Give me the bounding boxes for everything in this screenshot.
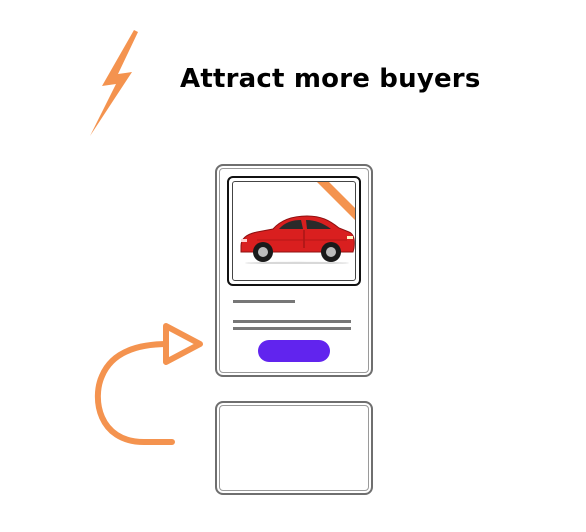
car-icon <box>240 215 355 264</box>
curved-arrow-icon <box>94 323 203 445</box>
listing-card[interactable] <box>215 164 373 377</box>
contact-button[interactable] <box>258 340 330 362</box>
lightning-bolt-icon <box>90 30 138 136</box>
placeholder-line-short <box>233 300 295 303</box>
headline: Attract more buyers <box>180 64 481 94</box>
placeholder-line <box>233 327 351 330</box>
listing-card-empty[interactable] <box>215 401 373 495</box>
promo-page: Attract more buyers <box>0 0 586 532</box>
listing-photo <box>227 176 361 286</box>
placeholder-line <box>233 320 351 323</box>
listing-photo-inner <box>232 181 356 281</box>
